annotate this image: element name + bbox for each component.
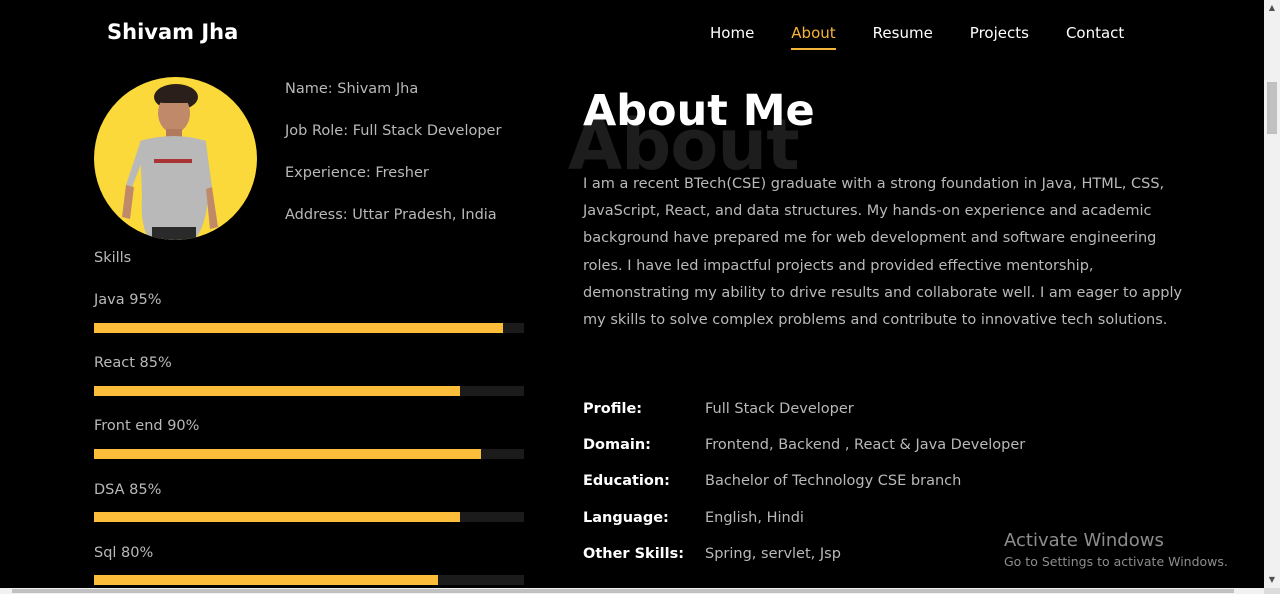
profile-role: Job Role: Full Stack Developer [285, 123, 502, 139]
horizontal-scrollbar-thumb[interactable] [12, 589, 1234, 593]
nav-about[interactable]: About [791, 24, 836, 50]
skill-bar [94, 323, 524, 333]
nav-home[interactable]: Home [710, 24, 754, 50]
vertical-scrollbar[interactable]: ▲ ▼ [1264, 0, 1280, 588]
profile-experience: Experience: Fresher [285, 165, 429, 181]
activation-watermark-subtitle: Go to Settings to activate Windows. [1004, 554, 1228, 569]
scrollbar-thumb[interactable] [1267, 82, 1277, 134]
nav-contact[interactable]: Contact [1066, 24, 1124, 50]
scroll-up-icon[interactable]: ▲ [1264, 0, 1280, 16]
profile-name: Name: Shivam Jha [285, 81, 419, 97]
detail-key: Language: [583, 510, 669, 526]
avatar [94, 77, 257, 240]
skill-bar [94, 575, 524, 585]
scroll-down-icon[interactable]: ▼ [1264, 572, 1280, 588]
detail-key: Domain: [583, 437, 651, 453]
skill-label: Java 95% [94, 292, 162, 308]
skill-bar-fill [94, 512, 460, 522]
detail-value: English, Hindi [705, 510, 804, 526]
horizontal-scrollbar[interactable] [0, 588, 1264, 594]
skill-bar-fill [94, 575, 438, 585]
nav-resume[interactable]: Resume [873, 24, 933, 50]
scrollbar-corner [1264, 588, 1280, 594]
skill-bar-fill [94, 323, 503, 333]
detail-value: Frontend, Backend , React & Java Develop… [705, 437, 1026, 453]
nav-projects[interactable]: Projects [970, 24, 1029, 50]
skill-bar [94, 386, 524, 396]
about-description: I am a recent BTech(CSE) graduate with a… [583, 176, 1183, 329]
main-nav: Home About Resume Projects Contact [710, 24, 1161, 50]
profile-address: Address: Uttar Pradesh, India [285, 207, 497, 223]
brand-logo[interactable]: Shivam Jha [107, 20, 238, 44]
skills-heading: Skills [94, 250, 132, 266]
skill-bar-fill [94, 449, 481, 459]
skill-bar [94, 449, 524, 459]
detail-value: Spring, servlet, Jsp [705, 546, 841, 562]
about-title: About Me [583, 86, 815, 136]
detail-key: Other Skills: [583, 546, 685, 562]
detail-value: Bachelor of Technology CSE branch [705, 473, 962, 489]
skill-label: React 85% [94, 355, 172, 371]
detail-value: Full Stack Developer [705, 401, 854, 417]
detail-key: Profile: [583, 401, 643, 417]
person-photo-icon [122, 84, 218, 240]
skill-label: Front end 90% [94, 418, 200, 434]
skill-label: Sql 80% [94, 545, 154, 561]
skill-label: DSA 85% [94, 482, 162, 498]
detail-key: Education: [583, 473, 670, 489]
activation-watermark-title: Activate Windows [1004, 530, 1164, 551]
skill-bar-fill [94, 386, 460, 396]
page: Shivam Jha Home About Resume Projects Co… [0, 0, 1264, 588]
skill-bar [94, 512, 524, 522]
